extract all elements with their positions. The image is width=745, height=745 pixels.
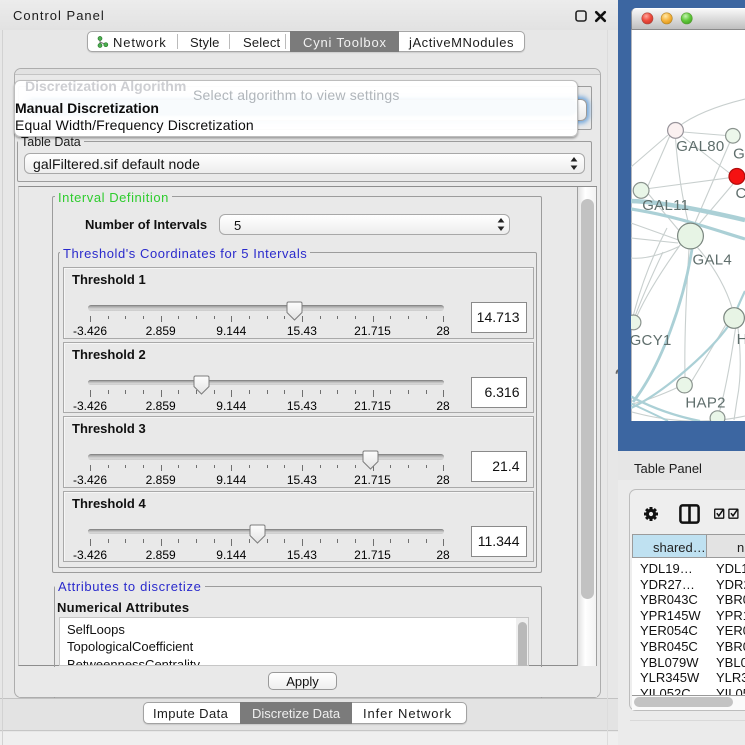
- svg-text:GAL80: GAL80: [676, 138, 724, 155]
- svg-text:GAL11: GAL11: [642, 197, 689, 214]
- svg-text:HAP2: HAP2: [685, 395, 725, 412]
- svg-text:GCY1: GCY1: [631, 332, 672, 349]
- svg-text:GAL4: GAL4: [693, 251, 733, 268]
- svg-text:H: H: [737, 331, 745, 348]
- svg-text:C: C: [736, 185, 745, 202]
- svg-text:G.: G.: [733, 146, 745, 163]
